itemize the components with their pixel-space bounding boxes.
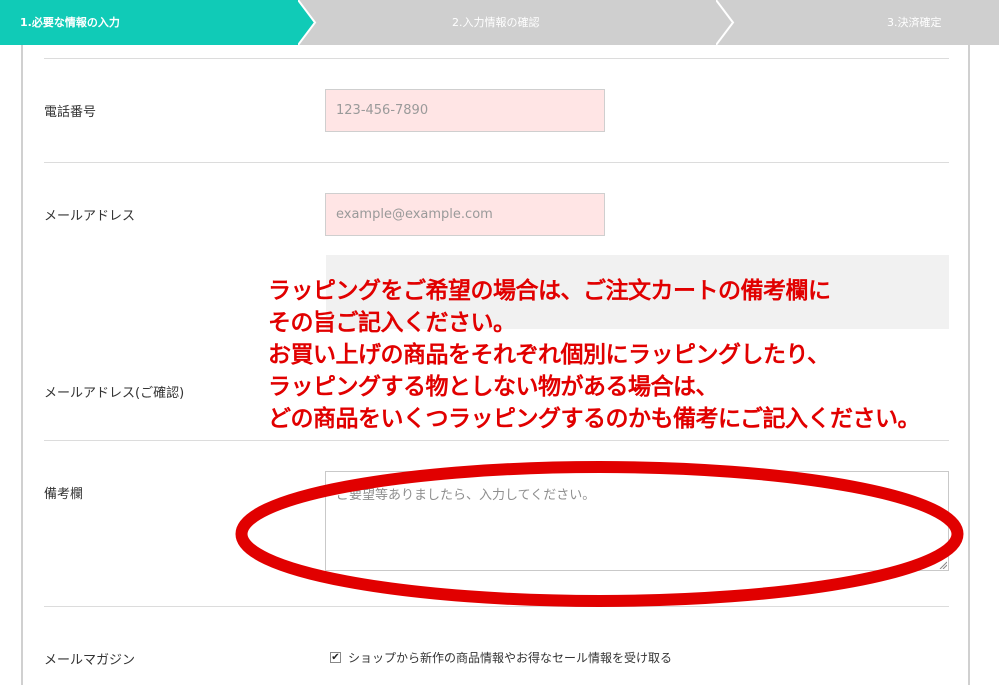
step-1-label: 1.必要な情報の入力 [20, 16, 120, 29]
annotation-ellipse [235, 461, 964, 607]
step-separator-1-icon [298, 0, 317, 45]
wrapping-instructions-annotation: ラッピングをご希望の場合は、ご注文カートの備考欄に その旨ご記入ください。 お買… [268, 275, 921, 435]
divider [44, 440, 949, 441]
annotation-line: お買い上げの商品をそれぞれ個別にラッピングしたり、 [268, 342, 830, 368]
phone-input[interactable]: 123-456-7890 [325, 89, 605, 132]
email-input[interactable]: example@example.com [325, 193, 605, 236]
notes-label: 備考欄 [44, 487, 84, 502]
phone-label: 電話番号 [44, 105, 97, 120]
mail-magazine-checkbox[interactable]: ✔ [330, 652, 341, 663]
checkout-stepper: 1.必要な情報の入力 2.入力情報の確認 3.決済確定 [0, 0, 999, 45]
step-separator-2-icon [716, 0, 735, 45]
mail-magazine-label: メールマガジン [44, 653, 136, 668]
divider [44, 162, 949, 163]
annotation-line: その旨ご記入ください。 [268, 310, 516, 336]
step-3-label: 3.決済確定 [887, 16, 942, 29]
annotation-line: どの商品をいくつラッピングするのかも備考にご記入ください。 [268, 406, 921, 432]
email-confirm-label: メールアドレス(ご確認) [44, 386, 185, 401]
email-label: メールアドレス [44, 209, 136, 224]
annotation-line: ラッピングをご希望の場合は、ご注文カートの備考欄に [268, 278, 831, 304]
mail-magazine-checkbox-label[interactable]: ショップから新作の商品情報やお得なセール情報を受け取る [348, 649, 672, 666]
divider [44, 58, 949, 59]
annotation-line: ラッピングする物としない物がある場合は、 [268, 374, 719, 400]
step-2-label: 2.入力情報の確認 [452, 16, 540, 29]
